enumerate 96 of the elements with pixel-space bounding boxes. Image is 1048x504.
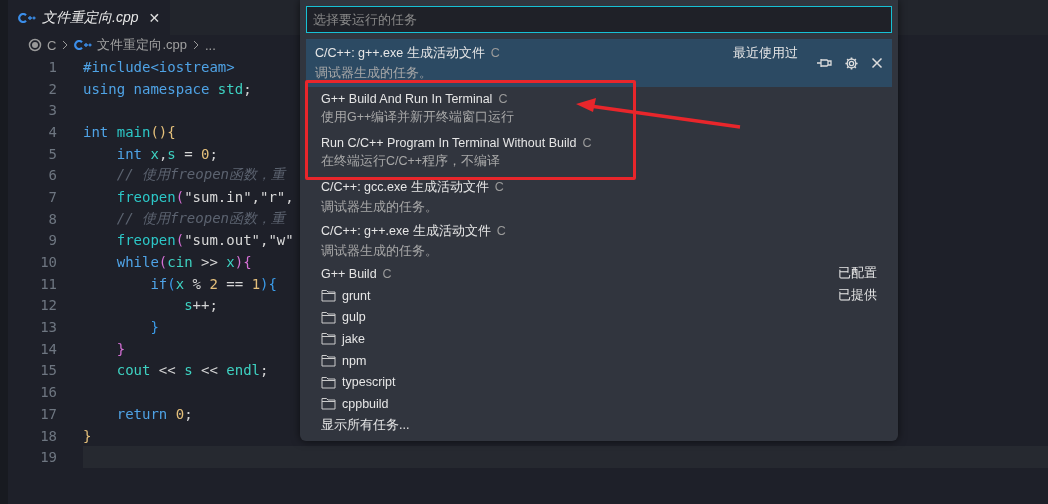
task-item[interactable]: 显示所有任务... bbox=[306, 414, 892, 437]
line-number: 15 bbox=[39, 362, 58, 379]
code-line: freopen("sum.out","w" bbox=[115, 232, 294, 249]
line-number: 6 bbox=[47, 167, 58, 184]
folder-icon bbox=[321, 375, 336, 389]
code-line: } bbox=[149, 319, 159, 336]
task-label: grunt bbox=[342, 288, 371, 303]
task-description: 调试器生成的任务。 bbox=[321, 198, 439, 216]
tab-title: 文件重定向.cpp bbox=[42, 8, 139, 27]
code-line: cout << s << endl; bbox=[115, 362, 269, 379]
chevron-icon bbox=[61, 40, 70, 50]
task-item[interactable]: G++ Build C 已配置 bbox=[306, 263, 892, 285]
task-source: C bbox=[582, 136, 592, 150]
group-label: 已配置 bbox=[838, 265, 877, 283]
task-source: C bbox=[490, 46, 500, 60]
line-number: 14 bbox=[39, 340, 58, 357]
task-label: Run C/C++ Program In Terminal Without Build bbox=[321, 136, 577, 150]
line-number: 11 bbox=[39, 275, 58, 292]
line-number: 17 bbox=[39, 405, 58, 422]
task-label: jake bbox=[342, 331, 365, 346]
task-label: C/C++: gcc.exe 生成活动文件 bbox=[321, 178, 489, 196]
close-icon[interactable]: ✕ bbox=[148, 9, 161, 26]
task-item[interactable]: cppbuild bbox=[306, 393, 892, 415]
code-line: // 使用freopen函数，重 bbox=[115, 166, 285, 185]
task-label: G++ Build bbox=[321, 266, 377, 281]
line-number: 1 bbox=[47, 58, 58, 75]
task-label: typescript bbox=[342, 375, 396, 390]
code-line: while(cin >> x){ bbox=[115, 254, 252, 271]
code-line: freopen("sum.in","r", bbox=[115, 188, 294, 205]
task-item[interactable]: npm bbox=[306, 349, 892, 372]
code-line: using namespace std; bbox=[83, 80, 252, 97]
line-number: 16 bbox=[39, 384, 58, 401]
line-number: 3 bbox=[47, 102, 58, 119]
code-line: #include<iostream> bbox=[83, 58, 235, 75]
line-number: 8 bbox=[47, 210, 58, 227]
cpp-file-icon bbox=[74, 40, 93, 50]
code-line: return 0; bbox=[115, 405, 193, 422]
group-label: 最近使用过 bbox=[733, 44, 798, 62]
code-line: // 使用freopen函数，重 bbox=[115, 209, 285, 228]
code-line: if(x % 2 == 1){ bbox=[149, 275, 277, 292]
code-line: s++; bbox=[183, 297, 218, 314]
line-number: 12 bbox=[39, 297, 58, 314]
code-line: int main(){ bbox=[83, 123, 176, 140]
task-item[interactable]: grunt 已提供 bbox=[306, 284, 892, 307]
close-icon[interactable] bbox=[871, 57, 883, 69]
group-label: 已提供 bbox=[838, 287, 877, 305]
task-item[interactable]: gulp bbox=[306, 306, 892, 329]
line-number: 9 bbox=[47, 232, 58, 249]
task-description: 调试器生成的任务。 bbox=[315, 64, 433, 82]
cpp-file-icon bbox=[18, 12, 36, 23]
task-source: C bbox=[382, 266, 392, 281]
task-label: G++ Build And Run In Terminal bbox=[321, 92, 493, 106]
folder-icon bbox=[321, 310, 336, 324]
task-source: C bbox=[496, 224, 506, 238]
search-field[interactable]: 选择要运行的任务 bbox=[306, 6, 892, 33]
folder-icon bbox=[321, 289, 336, 303]
task-label: 显示所有任务... bbox=[321, 417, 410, 435]
task-label: npm bbox=[342, 353, 367, 368]
line-number: 4 bbox=[47, 123, 58, 140]
editor-tab[interactable]: 文件重定向.cpp ✕ bbox=[8, 0, 170, 35]
chevron-icon bbox=[191, 40, 200, 50]
line-number: 19 bbox=[39, 449, 58, 466]
pin-icon[interactable] bbox=[816, 57, 832, 69]
line-number: 10 bbox=[39, 254, 58, 271]
folder-icon bbox=[321, 332, 336, 346]
task-source: C bbox=[498, 92, 508, 106]
task-description: 在终端运行C/C++程序，不编译 bbox=[321, 153, 502, 170]
task-item[interactable]: Run C/C++ Program In Terminal Without Build C 在终端运行C/C++程序，不编译 bbox=[306, 131, 892, 175]
task-description: 调试器生成的任务。 bbox=[321, 242, 439, 260]
settings-icon[interactable] bbox=[844, 55, 859, 71]
task-item[interactable]: C/C++: g++.exe 生成活动文件 C 最近使用过 调试器生成的任务。 bbox=[306, 39, 892, 87]
task-item[interactable]: jake bbox=[306, 328, 892, 350]
line-number: 18 bbox=[39, 427, 58, 444]
task-item[interactable]: G++ Build And Run In Terminal C 使用G++编译并新开终端窗口运行 bbox=[306, 87, 892, 131]
task-item[interactable]: typescript bbox=[306, 371, 892, 394]
task-label: C/C++: g++.exe 生成活动文件 bbox=[315, 44, 485, 62]
task-description: 使用G++编译并新开终端窗口运行 bbox=[321, 109, 516, 126]
circle-icon bbox=[28, 38, 42, 52]
code-line: int x,s = 0; bbox=[115, 145, 218, 162]
line-number: 7 bbox=[47, 188, 58, 205]
breadcrumb-item[interactable]: C bbox=[47, 37, 57, 53]
task-label: cppbuild bbox=[342, 396, 389, 411]
task-source: C bbox=[494, 180, 504, 194]
line-number: 13 bbox=[39, 319, 58, 336]
task-label: C/C++: g++.exe 生成活动文件 bbox=[321, 222, 491, 240]
line-number: 5 bbox=[47, 145, 58, 162]
folder-icon bbox=[321, 397, 336, 411]
code-line: } bbox=[115, 340, 126, 357]
folder-icon bbox=[321, 354, 336, 368]
task-item[interactable]: C/C++: gcc.exe 生成活动文件 C 调试器生成的任务。 bbox=[306, 175, 892, 219]
breadcrumb-item[interactable]: 文件重定向.cpp bbox=[97, 36, 187, 54]
line-number: 2 bbox=[47, 80, 58, 97]
breadcrumb-item[interactable]: ... bbox=[204, 37, 216, 53]
task-label: gulp bbox=[342, 310, 366, 325]
task-item[interactable]: C/C++: g++.exe 生成活动文件 C 调试器生成的任务。 bbox=[306, 219, 892, 263]
code-line: } bbox=[83, 427, 92, 444]
